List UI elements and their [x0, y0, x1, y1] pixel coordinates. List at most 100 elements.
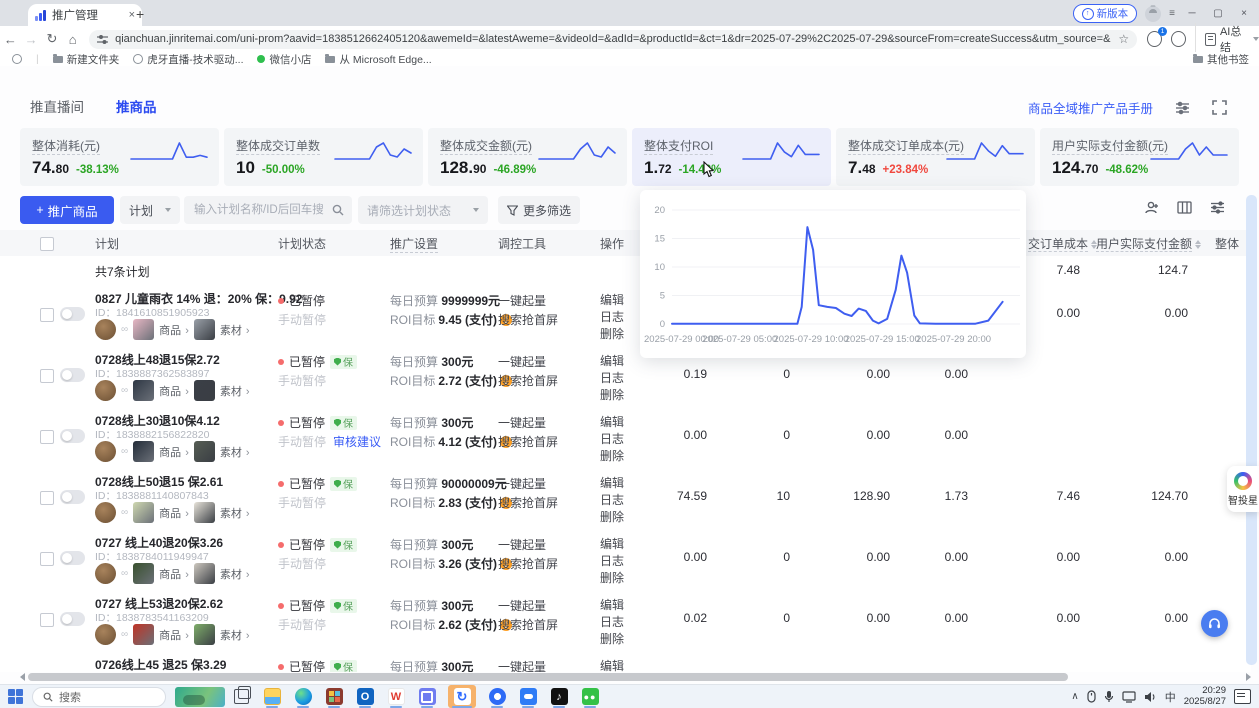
product-thumbnail[interactable] — [133, 380, 154, 401]
material-link[interactable]: 素材 › — [220, 444, 250, 460]
taskbar-clock[interactable]: 20:292025/8/27 — [1184, 686, 1226, 707]
tool-search-link[interactable]: 搜索抢首屏 — [498, 433, 558, 450]
back-icon[interactable]: ← — [0, 32, 21, 47]
row-checkbox[interactable] — [40, 430, 54, 444]
plan-status-select[interactable]: 请筛选计划状态 — [358, 196, 488, 224]
column-header-cost-per-order[interactable]: 交订单成本 — [1028, 235, 1097, 252]
window-maximize-button[interactable]: ▢ — [1209, 8, 1227, 19]
row-checkbox[interactable] — [40, 552, 54, 566]
site-settings-icon[interactable] — [97, 34, 108, 45]
tool-search-link[interactable]: 搜索抢首屏 — [498, 555, 558, 572]
row-checkbox[interactable] — [40, 308, 54, 322]
blue-circle-app-icon[interactable] — [487, 685, 507, 708]
product-manual-link[interactable]: 商品全域推广产品手册 — [1028, 98, 1153, 117]
tray-chevron-up-icon[interactable]: ∧ — [1071, 691, 1078, 702]
stat-card-6[interactable]: 用户实际支付金额(元)124.70-48.62% — [1040, 128, 1239, 186]
bookmark-item[interactable]: 新建文件夹 — [53, 52, 120, 67]
url-text[interactable]: qianchuan.jinritemai.com/uni-prom?aavid=… — [115, 33, 1111, 45]
table-settings-icon[interactable] — [1210, 200, 1225, 215]
scroll-right-icon[interactable] — [1246, 673, 1251, 681]
scrollbar-thumb[interactable] — [28, 673, 1068, 681]
delete-action[interactable]: 删除 — [600, 569, 624, 586]
product-link[interactable]: 商品 › — [159, 566, 189, 582]
tool-boost-link[interactable]: 一键起量 — [498, 597, 546, 614]
row-enable-toggle[interactable] — [60, 368, 85, 382]
material-thumbnail[interactable] — [194, 502, 215, 523]
bookmark-item[interactable]: 微信小店 — [257, 52, 311, 67]
card-settings-icon[interactable] — [1175, 100, 1190, 115]
start-button[interactable] — [8, 689, 23, 704]
fullscreen-icon[interactable] — [1212, 100, 1227, 115]
row-enable-toggle[interactable] — [60, 551, 85, 565]
log-action[interactable]: 日志 — [600, 369, 624, 386]
url-bar[interactable]: qianchuan.jinritemai.com/uni-prom?aavid=… — [89, 30, 1137, 49]
product-link[interactable]: 商品 › — [159, 627, 189, 643]
delete-action[interactable]: 删除 — [600, 508, 624, 525]
product-link[interactable]: 商品 › — [159, 444, 189, 460]
tab-live-room[interactable]: 推直播间 — [30, 96, 84, 116]
extensions-menu-icon[interactable] — [1171, 31, 1186, 47]
ai-summary-button[interactable]: AI总结 — [1195, 23, 1259, 55]
bookmark-star-icon[interactable]: ☆ — [1118, 32, 1129, 46]
scroll-left-icon[interactable] — [20, 673, 25, 681]
material-link[interactable]: 素材 › — [220, 566, 250, 582]
tool-search-link[interactable]: 搜索抢首屏 — [498, 372, 558, 389]
material-thumbnail[interactable] — [194, 563, 215, 584]
browser-profile-avatar[interactable] — [1145, 6, 1161, 22]
ime-indicator[interactable]: 中 — [1165, 689, 1176, 705]
row-checkbox[interactable] — [40, 491, 54, 505]
product-link[interactable]: 商品 › — [159, 505, 189, 521]
reader-extension-icon[interactable] — [12, 54, 22, 64]
edge-icon[interactable] — [293, 685, 313, 708]
network-display-icon[interactable] — [1122, 691, 1136, 703]
stat-card-1[interactable]: 整体消耗(元)74.80-38.13% — [20, 128, 219, 186]
log-action[interactable]: 日志 — [600, 613, 624, 630]
material-thumbnail[interactable] — [194, 624, 215, 645]
task-view-icon[interactable] — [234, 689, 249, 704]
browser-tab[interactable]: 推广管理 × — [28, 4, 142, 26]
product-thumbnail[interactable] — [133, 624, 154, 645]
im-app-icon[interactable] — [417, 685, 437, 708]
log-action[interactable]: 日志 — [600, 552, 624, 569]
window-close-button[interactable]: × — [1235, 8, 1253, 19]
bookmark-item[interactable]: 虎牙直播-技术驱动... — [133, 52, 243, 67]
taskbar-search-box[interactable]: 搜索 — [32, 687, 166, 707]
log-action[interactable]: 日志 — [600, 491, 624, 508]
stat-card-2[interactable]: 整体成交订单数10-50.00% — [224, 128, 423, 186]
ai-assistant-widget[interactable]: 智投星 — [1227, 466, 1259, 512]
product-thumbnail[interactable] — [133, 441, 154, 462]
delete-action[interactable]: 删除 — [600, 447, 624, 464]
material-link[interactable]: 素材 › — [220, 505, 250, 521]
tab-products[interactable]: 推商品 — [116, 96, 157, 116]
material-link[interactable]: 素材 › — [220, 383, 250, 399]
stat-card-3[interactable]: 整体成交金额(元)128.90-46.89% — [428, 128, 627, 186]
customer-service-button[interactable] — [1201, 610, 1228, 637]
material-link[interactable]: 素材 › — [220, 322, 250, 338]
outlook-icon[interactable]: O — [355, 685, 375, 708]
tool-boost-link[interactable]: 一键起量 — [498, 414, 546, 431]
edit-action[interactable]: 编辑 — [600, 535, 624, 552]
delete-action[interactable]: 删除 — [600, 325, 624, 342]
tool-boost-link[interactable]: 一键起量 — [498, 292, 546, 309]
row-enable-toggle[interactable] — [60, 429, 85, 443]
audience-user-icon[interactable] — [1144, 200, 1159, 215]
search-icon[interactable] — [332, 204, 344, 216]
home-icon[interactable]: ⌂ — [62, 32, 83, 47]
custom-columns-icon[interactable] — [1177, 200, 1192, 215]
widgets-weather-thumbnail[interactable] — [175, 687, 225, 707]
reload-icon[interactable]: ↻ — [42, 31, 63, 47]
promote-product-button[interactable]: +推广商品 — [20, 196, 114, 224]
tab-close-icon[interactable]: × — [129, 9, 135, 21]
new-version-button[interactable]: ↑新版本 — [1073, 4, 1138, 23]
edit-action[interactable]: 编辑 — [600, 657, 624, 672]
microphone-icon[interactable] — [1104, 690, 1114, 703]
tool-search-link[interactable]: 搜索抢首屏 — [498, 494, 558, 511]
product-thumbnail[interactable] — [133, 502, 154, 523]
wps-icon[interactable]: W — [386, 685, 406, 708]
more-filters-button[interactable]: 更多筛选 — [498, 196, 580, 224]
delete-action[interactable]: 删除 — [600, 630, 624, 647]
store-icon[interactable] — [324, 685, 344, 708]
forward-icon[interactable]: → — [21, 32, 42, 47]
wechat-icon[interactable]: ●● — [580, 685, 600, 708]
extension-icon[interactable]: 1 — [1147, 31, 1162, 47]
